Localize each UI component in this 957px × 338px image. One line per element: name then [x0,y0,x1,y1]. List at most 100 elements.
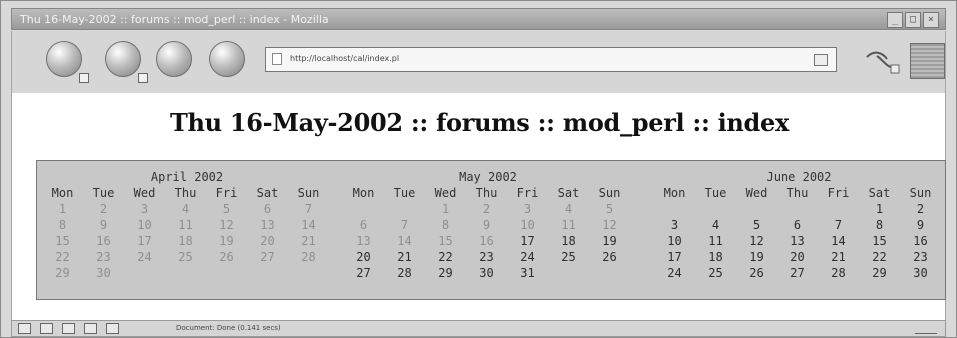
day-cell[interactable]: 10 [654,233,695,249]
day-cell[interactable]: 1 [425,201,466,217]
day-cell[interactable]: 11 [165,217,206,233]
day-cell[interactable]: 6 [343,217,384,233]
day-cell[interactable]: 3 [654,217,695,233]
day-cell[interactable]: 29 [859,265,900,281]
day-cell[interactable]: 23 [900,249,941,265]
day-cell[interactable]: 27 [343,265,384,281]
day-cell[interactable]: 7 [818,217,859,233]
day-cell[interactable]: 17 [124,233,165,249]
day-cell[interactable]: 21 [288,233,329,249]
day-cell[interactable]: 3 [124,201,165,217]
day-cell[interactable]: 4 [695,217,736,233]
day-cell[interactable]: 20 [247,233,288,249]
day-cell[interactable]: 30 [900,265,941,281]
day-cell[interactable]: 12 [589,217,630,233]
day-cell[interactable]: 8 [425,217,466,233]
go-icon[interactable] [862,48,902,76]
day-cell[interactable]: 14 [818,233,859,249]
day-cell[interactable]: 9 [900,217,941,233]
address-book-icon[interactable] [84,323,97,334]
day-cell[interactable]: 6 [777,217,818,233]
day-cell[interactable]: 26 [206,249,247,265]
day-cell[interactable]: 5 [206,201,247,217]
day-cell[interactable]: 16 [83,233,124,249]
day-cell[interactable]: 11 [695,233,736,249]
composer-icon[interactable] [62,323,75,334]
day-cell[interactable]: 10 [124,217,165,233]
day-cell[interactable]: 25 [548,249,589,265]
close-button[interactable]: × [923,12,939,28]
address-bar[interactable]: http://localhost/cal/index.pl [265,47,837,72]
day-cell[interactable]: 5 [589,201,630,217]
day-cell[interactable]: 4 [548,201,589,217]
address-input[interactable]: http://localhost/cal/index.pl [290,52,790,66]
mail-icon[interactable] [40,323,53,334]
day-cell[interactable]: 29 [425,265,466,281]
maximize-button[interactable]: □ [905,12,921,28]
day-cell[interactable]: 4 [165,201,206,217]
day-cell[interactable]: 22 [859,249,900,265]
day-cell[interactable]: 13 [343,233,384,249]
day-cell[interactable]: 2 [900,201,941,217]
day-cell[interactable]: 26 [736,265,777,281]
day-cell[interactable]: 16 [900,233,941,249]
day-cell[interactable]: 19 [206,233,247,249]
day-cell[interactable]: 1 [42,201,83,217]
day-cell[interactable]: 10 [507,217,548,233]
day-cell[interactable]: 24 [654,265,695,281]
day-cell[interactable]: 15 [425,233,466,249]
day-cell[interactable]: 28 [288,249,329,265]
chat-icon[interactable] [106,323,119,334]
day-cell[interactable]: 21 [384,249,425,265]
day-cell[interactable]: 6 [247,201,288,217]
day-cell[interactable]: 31 [507,265,548,281]
stop-button[interactable] [209,41,245,77]
day-cell[interactable]: 22 [42,249,83,265]
day-cell[interactable]: 2 [466,201,507,217]
day-cell[interactable]: 25 [165,249,206,265]
day-cell[interactable]: 30 [83,265,124,281]
day-cell[interactable]: 5 [736,217,777,233]
sidebar-icon[interactable] [910,43,945,79]
day-cell[interactable]: 11 [548,217,589,233]
day-cell[interactable]: 13 [247,217,288,233]
day-cell[interactable]: 27 [777,265,818,281]
minimize-button[interactable]: _ [887,12,903,28]
day-cell[interactable]: 22 [425,249,466,265]
address-dropdown-icon[interactable] [814,54,828,66]
day-cell[interactable]: 7 [288,201,329,217]
day-cell[interactable]: 3 [507,201,548,217]
day-cell[interactable]: 24 [507,249,548,265]
day-cell[interactable]: 25 [695,265,736,281]
day-cell[interactable]: 23 [466,249,507,265]
day-cell[interactable]: 27 [247,249,288,265]
day-cell[interactable]: 29 [42,265,83,281]
day-cell[interactable]: 19 [589,233,630,249]
day-cell[interactable]: 7 [384,217,425,233]
day-cell[interactable]: 17 [654,249,695,265]
reload-button[interactable] [156,41,192,77]
navigator-icon[interactable] [18,323,31,334]
day-cell[interactable]: 14 [288,217,329,233]
day-cell[interactable]: 30 [466,265,507,281]
day-cell[interactable]: 2 [83,201,124,217]
day-cell[interactable]: 19 [736,249,777,265]
day-cell[interactable]: 15 [859,233,900,249]
day-cell[interactable]: 18 [548,233,589,249]
back-button[interactable] [46,41,89,83]
day-cell[interactable]: 17 [507,233,548,249]
day-cell[interactable]: 12 [206,217,247,233]
day-cell[interactable]: 1 [859,201,900,217]
forward-button[interactable] [105,41,148,83]
day-cell[interactable]: 28 [818,265,859,281]
day-cell[interactable]: 26 [589,249,630,265]
day-cell[interactable]: 15 [42,233,83,249]
day-cell[interactable]: 9 [466,217,507,233]
day-cell[interactable]: 16 [466,233,507,249]
day-cell[interactable]: 12 [736,233,777,249]
day-cell[interactable]: 20 [343,249,384,265]
day-cell[interactable]: 13 [777,233,818,249]
day-cell[interactable]: 18 [165,233,206,249]
day-cell[interactable]: 24 [124,249,165,265]
day-cell[interactable]: 21 [818,249,859,265]
